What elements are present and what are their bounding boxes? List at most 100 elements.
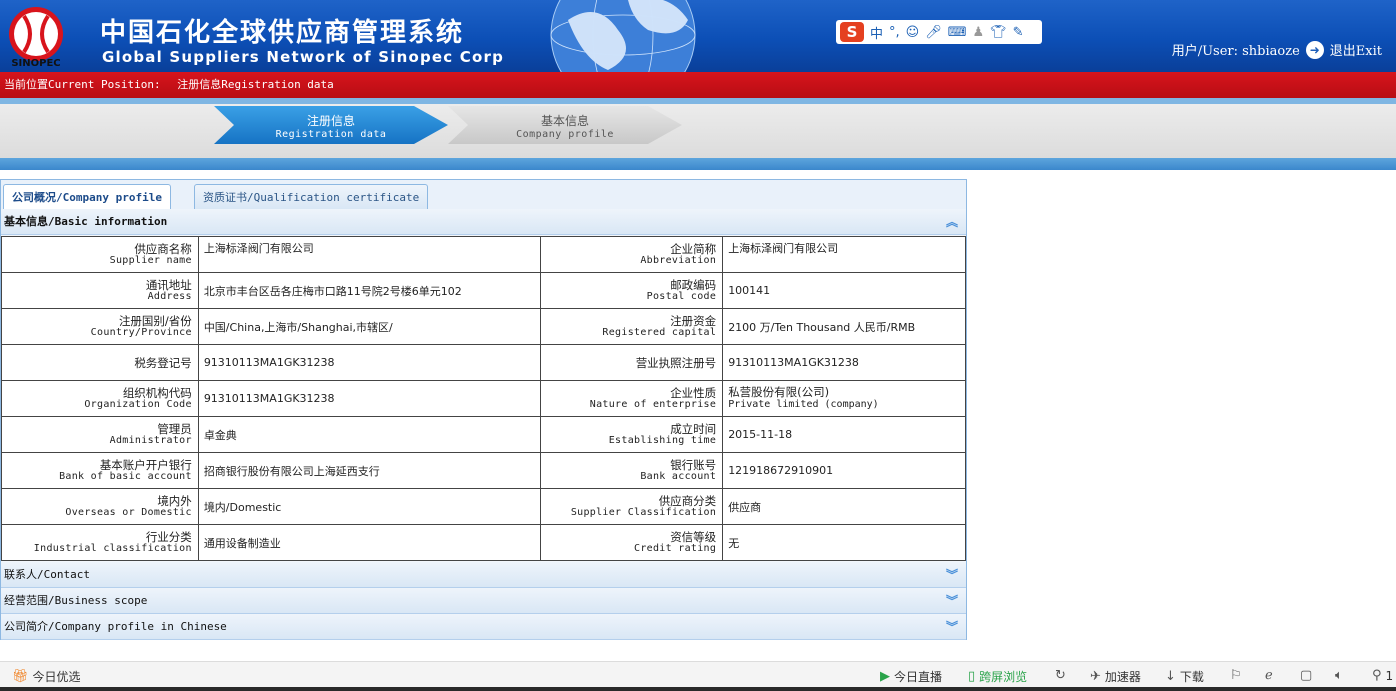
zoom-button[interactable]: ⚲ 1 (1372, 668, 1393, 683)
sogou-ime-icon[interactable]: S (840, 22, 864, 42)
step-label-en: Registration data (275, 129, 387, 140)
field-label-en: Nature of enterprise (589, 398, 717, 410)
field-label-en: Supplier Classification (570, 506, 717, 518)
tab-qualification-certificate[interactable]: 资质证书/Qualification certificate (194, 184, 429, 209)
field-value: 91310113MA1GK31238 (197, 380, 542, 417)
field-label-cn: 通讯地址 (145, 277, 192, 292)
field-label-en: Credit rating (634, 542, 717, 554)
field-label-cn: 供应商名称 (134, 241, 192, 256)
field-value: 2100 万/Ten Thousand 人民币/RMB (722, 308, 966, 345)
exit-arrow-icon[interactable]: ➜ (1305, 40, 1324, 59)
field-value: 无 (722, 524, 966, 561)
expand-down-icon[interactable]: ︾ (946, 588, 958, 614)
field-label-en: Postal code (646, 290, 717, 302)
collapse-up-icon[interactable]: ︽ (946, 209, 958, 235)
volume-button[interactable]: 🔈︎ (1335, 668, 1343, 683)
section-company-intro-header[interactable]: 公司简介/Company profile in Chinese ︾ (1, 614, 966, 640)
window-icon: ▢ (1300, 668, 1313, 683)
basic-info-table: 供应商名称 Supplier name 上海标泽阀门有限公司 企业简称 Abbrevia… (1, 236, 966, 561)
table-row: 通讯地址 Address 北京市丰台区岳各庄梅市口路11号院2号楼6单元102 邮政编… (1, 272, 966, 309)
field-value: 境内/Domestic (197, 488, 542, 525)
step-registration-data[interactable]: 注册信息 Registration data (214, 106, 448, 144)
field-label-cn: 注册资金 (670, 313, 717, 328)
step-label-cn: 基本信息 (540, 114, 589, 128)
live-button[interactable]: ▶ 今日直播 (880, 668, 942, 685)
punctuation-icon[interactable]: °, (889, 25, 900, 40)
field-label-en: Industrial classification (33, 542, 192, 554)
browser-icon: ℯ (1265, 668, 1273, 683)
ime-mode-toggle[interactable]: 中 (870, 23, 883, 42)
user-icon[interactable]: ♟ (973, 25, 985, 40)
field-value: 上海标泽阀门有限公司 (197, 236, 542, 273)
refresh-icon: ↻ (1055, 668, 1066, 683)
window-button[interactable]: ▢ (1300, 668, 1312, 683)
field-label-en: Country/Province (90, 326, 192, 338)
today-picks-button[interactable]: 🎁︎ 今日优选 (12, 668, 81, 685)
speaker-icon: 🔈︎ (1335, 668, 1343, 683)
table-row: 基本账户开户银行 Bank of basic account 招商银行股份有限公司上… (1, 452, 966, 489)
skin-icon[interactable]: 👕︎ (990, 25, 1007, 40)
exit-link[interactable]: 退出Exit (1330, 40, 1382, 59)
step-company-profile[interactable]: 基本信息 Company profile (448, 106, 682, 144)
field-label-cn: 资信等级 (670, 529, 717, 544)
field-value: 招商银行股份有限公司上海延西支行 (197, 452, 542, 489)
section-title: 联系人/Contact (4, 568, 90, 581)
step-label-cn: 注册信息 (306, 114, 355, 128)
field-label-cn: 营业执照注册号 (635, 355, 717, 370)
emoji-icon[interactable]: ☺ (906, 25, 920, 40)
main-panel: 公司概况/Company profile 资质证书/Qualification … (0, 179, 967, 640)
download-button[interactable]: ↓ 下载 (1165, 668, 1204, 685)
taskbar-edge (0, 687, 1396, 691)
step-label-en: Company profile (516, 129, 614, 140)
flag-button[interactable]: ⚐ (1230, 668, 1242, 683)
field-label: 企业简称 Abbreviation (540, 236, 724, 273)
field-label-en: Establishing time (608, 434, 717, 446)
field-label: 资信等级 Credit rating (540, 524, 724, 561)
field-label: 税务登记号 (1, 344, 199, 381)
field-value: 私营股份有限(公司) Private limited (company) (722, 380, 966, 417)
tab-company-profile[interactable]: 公司概况/Company profile (3, 184, 171, 211)
microphone-icon[interactable]: 🎤︎ (925, 25, 942, 40)
sinopec-logo: SINOPEC (9, 7, 63, 68)
zoom-label: 1 (1385, 668, 1394, 683)
section-business-scope-header[interactable]: 经营范围/Business scope ︾ (1, 588, 966, 614)
play-icon: ▶ (880, 669, 890, 684)
table-row: 行业分类 Industrial classification 通用设备制造业 资信等级… (1, 524, 966, 561)
field-label-en: Abbreviation (640, 254, 717, 266)
refresh-button[interactable]: ↻ (1055, 668, 1066, 683)
flag-icon: ⚐ (1230, 668, 1242, 683)
download-label: 下载 (1179, 670, 1204, 684)
table-row: 组织机构代码 Organization Code 91310113MA1GK3123… (1, 380, 966, 417)
keyboard-icon[interactable]: ⌨ (948, 25, 967, 40)
expand-down-icon[interactable]: ︾ (946, 562, 958, 588)
field-value: 卓金典 (197, 416, 542, 453)
expand-down-icon[interactable]: ︾ (946, 614, 958, 640)
field-label-en: Bank account (640, 470, 717, 482)
download-icon: ↓ (1165, 669, 1176, 684)
field-value: 中国/China,上海市/Shanghai,市辖区/ (197, 308, 542, 345)
live-label: 今日直播 (894, 670, 943, 684)
cross-screen-button[interactable]: ▯ 跨屏浏览 (968, 668, 1027, 685)
logo-text: SINOPEC (11, 58, 60, 68)
section-title: 公司简介/Company profile in Chinese (4, 620, 227, 633)
phone-icon: ▯ (968, 669, 976, 684)
system-title-cn: 中国石化全球供应商管理系统 (100, 18, 465, 48)
section-basic-info-header[interactable]: 基本信息/Basic information ︽ (1, 209, 966, 235)
gift-icon: 🎁︎ (12, 669, 29, 684)
ime-toolbar[interactable]: S 中 °, ☺ 🎤︎ ⌨ ♟ 👕︎ ✎ (836, 20, 1042, 44)
field-label-cn: 银行账号 (670, 457, 717, 472)
section-contact-header[interactable]: 联系人/Contact ︾ (1, 562, 966, 588)
field-value: 91310113MA1GK31238 (197, 344, 542, 381)
browser-button[interactable]: ℯ (1265, 668, 1273, 683)
breadcrumb-label: 当前位置Current Position: (4, 78, 161, 91)
magnifier-icon: ⚲ (1372, 668, 1382, 683)
field-label-cn: 行业分类 (145, 529, 192, 544)
field-label: 组织机构代码 Organization Code (1, 380, 199, 417)
field-label: 管理员 Administrator (1, 416, 199, 453)
accelerator-button[interactable]: ✈ 加速器 (1090, 668, 1141, 685)
table-row: 注册国别/省份 Country/Province 中国/China,上海市/Shan… (1, 308, 966, 345)
settings-icon[interactable]: ✎ (1013, 25, 1024, 40)
field-label: 基本账户开户银行 Bank of basic account (1, 452, 199, 489)
field-label: 供应商名称 Supplier name (1, 236, 199, 273)
field-label-en: Administrator (109, 434, 192, 446)
